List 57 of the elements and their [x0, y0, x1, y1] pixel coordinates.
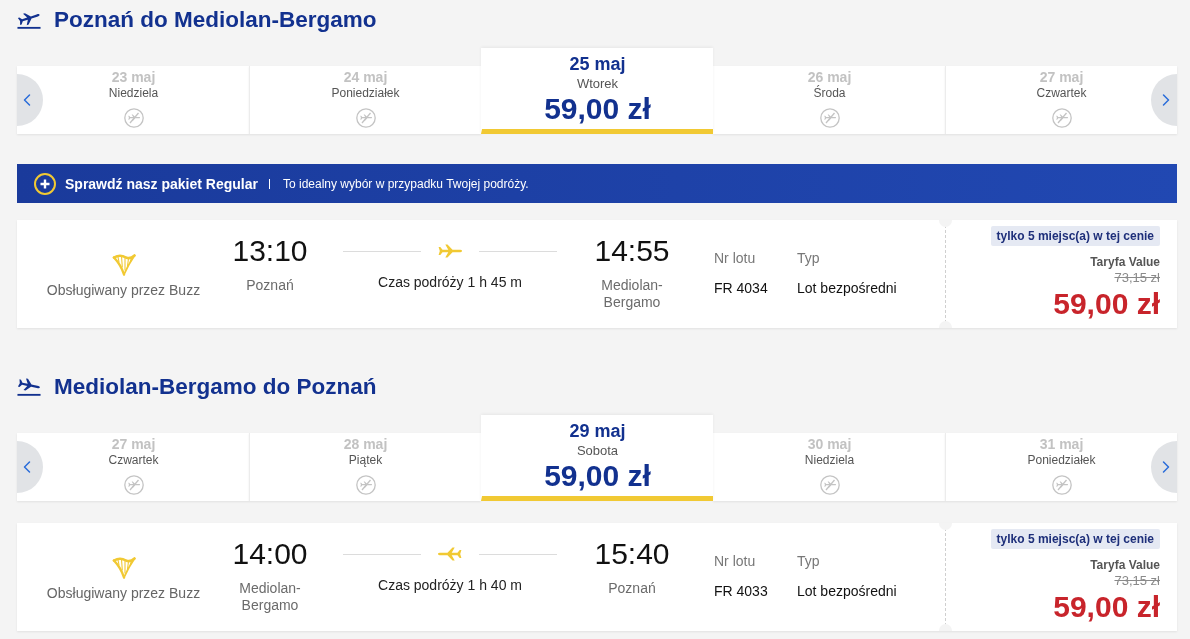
flight-type: Lot bezpośredni	[797, 582, 897, 600]
plane-icon	[437, 547, 463, 561]
flight-type-label: Typ	[797, 552, 820, 570]
fare-price: 59,00 zł	[1053, 287, 1160, 321]
date-tab[interactable]: 25 maj Wtorek 59,00 zł	[481, 48, 713, 134]
departure-time: 13:10	[232, 234, 308, 268]
arrival-city: Poznań	[608, 580, 656, 597]
old-price: 73,15 zł	[1114, 573, 1160, 588]
departure-time: 14:00	[232, 537, 308, 571]
arrival-city: Mediolan-Bergamo	[600, 277, 664, 311]
crossed-plane-icon	[123, 475, 144, 495]
plus-icon	[34, 172, 56, 195]
duration-label: Czas podróży 1 h 40 m	[378, 576, 522, 594]
crossed-plane-icon	[1051, 108, 1072, 128]
seats-left-badge: tylko 5 miejsc(a) w tej cenie	[990, 529, 1160, 549]
date-tab[interactable]: 26 maj Środa	[713, 66, 945, 134]
crossed-plane-icon	[355, 475, 376, 495]
route-title: Poznań do Mediolan-Bergamo	[54, 7, 377, 33]
flight-number: FR 4033	[714, 582, 768, 600]
flight-number-label: Nr lotu	[714, 552, 756, 570]
promo-title: Sprawdź nasz pakiet Regular	[65, 175, 258, 192]
date-tab[interactable]: 27 maj Czwartek	[17, 433, 249, 501]
crossed-plane-icon	[819, 108, 840, 128]
crossed-plane-icon	[355, 108, 376, 128]
flight-number-label: Nr lotu	[714, 249, 756, 267]
fare-price: 59,00 zł	[1053, 590, 1160, 624]
old-price: 73,15 zł	[1114, 270, 1160, 285]
seats-left-badge: tylko 5 miejsc(a) w tej cenie	[990, 226, 1160, 246]
flight-type-label: Typ	[797, 249, 820, 267]
date-tab[interactable]: 29 maj Sobota 59,00 zł	[481, 415, 713, 501]
harp-icon	[111, 253, 136, 276]
operator-label: Obsługiwany przez Buzz	[46, 281, 201, 299]
date-tab[interactable]: 31 maj Poniedziałek	[945, 433, 1177, 501]
departure-city: Mediolan-Bergamo	[238, 580, 302, 614]
promo-text: To idealny wybór w przypadku Twojej podróży.	[282, 176, 529, 191]
crossed-plane-icon	[1051, 475, 1072, 495]
date-tab[interactable]: 30 maj Niedziela	[713, 433, 945, 501]
fare-name: Taryfa Value	[1090, 558, 1160, 573]
flight-number: FR 4034	[714, 279, 768, 297]
plane-takeoff-icon	[17, 10, 41, 30]
crossed-plane-icon	[123, 108, 144, 128]
date-tab[interactable]: 23 maj Niedziela	[17, 66, 249, 134]
arrival-time: 14:55	[594, 234, 670, 268]
crossed-plane-icon	[819, 475, 840, 495]
fare-name: Taryfa Value	[1090, 255, 1160, 270]
route-title: Mediolan-Bergamo do Poznań	[54, 374, 377, 400]
date-tab[interactable]: 28 maj Piątek	[249, 433, 481, 501]
duration-label: Czas podróży 1 h 45 m	[378, 273, 522, 291]
flight-type: Lot bezpośredni	[797, 279, 897, 297]
harp-icon	[111, 556, 136, 579]
date-tab[interactable]: 27 maj Czwartek	[945, 66, 1177, 134]
arrival-time: 15:40	[594, 537, 670, 571]
plane-landing-icon	[17, 377, 41, 397]
departure-city: Poznań	[246, 277, 294, 294]
plane-icon	[437, 244, 463, 258]
date-tab[interactable]: 24 maj Poniedziałek	[249, 66, 481, 134]
operator-label: Obsługiwany przez Buzz	[46, 584, 201, 602]
